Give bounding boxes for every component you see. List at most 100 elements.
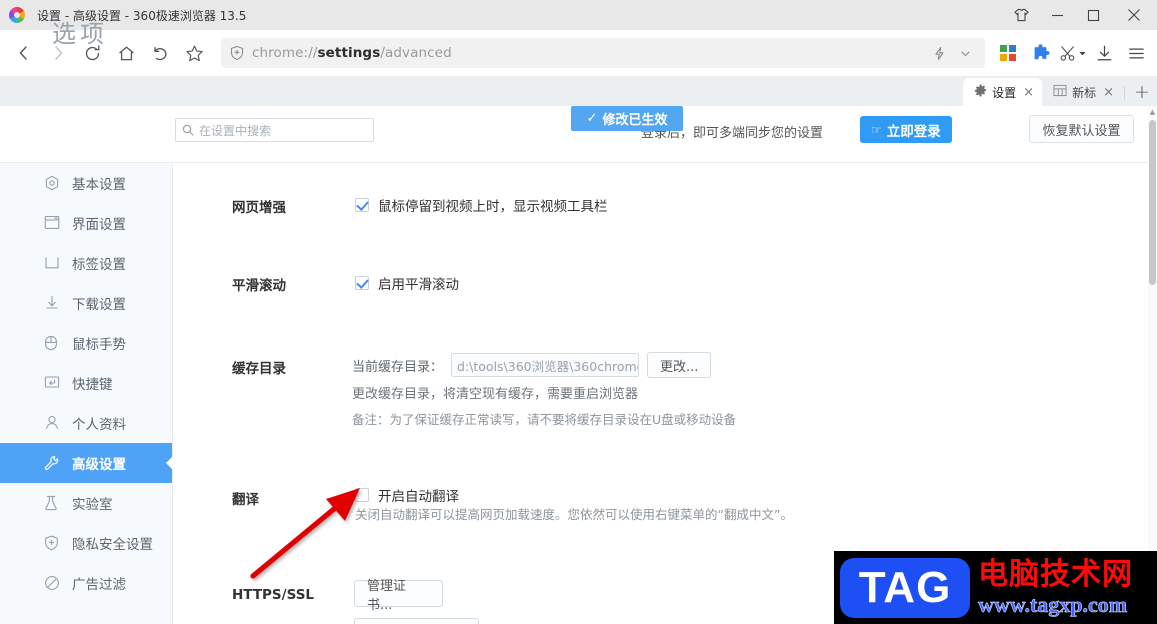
user-icon (44, 415, 60, 431)
cache-directory-row: 当前缓存目录： d:\tools\360浏览器\360chrome\ 更改... (352, 352, 712, 378)
gear-icon (974, 84, 987, 100)
manage-certificates-button[interactable]: 管理证书... (354, 579, 443, 613)
download-icon (44, 295, 60, 311)
chevron-down-icon[interactable] (953, 41, 977, 65)
star-icon[interactable] (177, 36, 211, 70)
sidebar-item-tabs[interactable]: 标签设置 (0, 243, 172, 283)
apps-grid-icon[interactable] (993, 38, 1023, 68)
sidebar-item-lab[interactable]: 实验室 (0, 483, 172, 523)
watermark-site-name: 电脑技术网 (978, 556, 1133, 592)
address-bar[interactable]: chrome://settings/advanced (221, 38, 985, 68)
sidebar-item-privacy[interactable]: 隐私安全设置 (0, 523, 172, 563)
web-enhance-option[interactable]: 鼠标停留到视频上时，显示视频工具栏 (355, 195, 608, 215)
window-icon (44, 215, 60, 231)
check-icon: ✓ (586, 111, 598, 126)
settings-basic-icon (44, 175, 60, 191)
section-label-cache: 缓存目录 (232, 361, 286, 377)
tab-strip: 设置 × 新标 × + (0, 76, 1157, 106)
tab-close-icon[interactable]: × (1101, 86, 1114, 99)
wrench-icon (44, 455, 60, 471)
tab-label: 设置 (992, 85, 1017, 100)
sidebar-item-label: 高级设置 (72, 457, 126, 473)
search-input[interactable]: 在设置中搜索 (175, 118, 374, 142)
translate-option[interactable]: 开启自动翻译 (355, 485, 459, 505)
sidebar-item-label: 隐私安全设置 (72, 537, 153, 553)
sidebar-item-shortcuts[interactable]: 快捷键 (0, 363, 172, 403)
flask-icon (44, 495, 60, 511)
toast-label: 修改已生效 (602, 113, 668, 128)
maximize-button[interactable] (1075, 0, 1111, 30)
sidebar-item-basic[interactable]: 基本设置 (0, 163, 172, 203)
login-button[interactable]: ☞ 立即登录 (860, 116, 952, 143)
secondary-ssl-button[interactable] (354, 618, 479, 624)
browser-window: 设置 - 高级设置 - 360极速浏览器 13.5 chrome://setti… (0, 0, 1157, 624)
undo-close-tab-icon[interactable] (143, 36, 177, 70)
hamburger-menu-icon[interactable] (1121, 38, 1151, 68)
scroll-up-arrow[interactable]: ▲ (1148, 106, 1157, 117)
watermark-tag-logo: TAG (840, 557, 970, 618)
shield-icon (229, 45, 245, 61)
puzzle-icon[interactable] (1025, 38, 1055, 68)
sidebar-item-mouse-gestures[interactable]: 鼠标手势 (0, 323, 172, 363)
section-label-https-ssl: HTTPS/SSL (232, 587, 315, 603)
minimize-button[interactable] (1039, 0, 1075, 30)
page-scrollbar[interactable]: ▲ ▼ (1148, 106, 1157, 624)
sidebar-item-label: 鼠标手势 (72, 337, 126, 353)
video-toolbar-label: 鼠标停留到视频上时，显示视频工具栏 (378, 199, 608, 215)
watermark: TAG 电脑技术网 www.tagxp.com (834, 551, 1157, 624)
translate-description: 关闭自动翻译可以提高网页加载速度。您依然可以使用右键菜单的“翻成中文”。 (355, 507, 793, 522)
download-icon[interactable] (1089, 38, 1119, 68)
cache-note-1: 更改缓存目录，将清空现有缓存，需要重启浏览器 (352, 387, 639, 402)
search-icon (182, 124, 194, 136)
mouse-icon (44, 335, 60, 351)
auto-translate-checkbox[interactable] (355, 488, 369, 502)
tab-icon (44, 255, 60, 271)
block-icon (44, 575, 60, 591)
sidebar-item-label: 广告过滤 (72, 577, 126, 593)
tab-close-icon[interactable]: × (1021, 86, 1034, 99)
scissors-icon[interactable] (1057, 38, 1087, 68)
scrollbar-thumb[interactable] (1149, 120, 1156, 285)
sidebar-item-advanced[interactable]: 高级设置 (0, 443, 173, 483)
sidebar-item-interface[interactable]: 界面设置 (0, 203, 172, 243)
section-label-smooth-scroll: 平滑滚动 (232, 278, 286, 294)
video-toolbar-checkbox[interactable] (355, 198, 369, 212)
tab-label: 新标 (1072, 85, 1097, 100)
grid-icon (1053, 84, 1067, 100)
sidebar-item-downloads[interactable]: 下载设置 (0, 283, 172, 323)
smooth-scroll-checkbox[interactable] (355, 276, 369, 290)
sidebar-item-label: 下载设置 (72, 297, 126, 313)
smooth-scroll-option[interactable]: 启用平滑滚动 (355, 273, 459, 293)
skin-icon[interactable] (1003, 0, 1039, 30)
omnibox-actions (927, 41, 977, 65)
reset-defaults-button[interactable]: 恢复默认设置 (1029, 115, 1134, 143)
sidebar-item-adblock[interactable]: 广告过滤 (0, 563, 172, 603)
cache-path-input[interactable]: d:\tools\360浏览器\360chrome\ (451, 353, 640, 377)
navigation-toolbar: chrome://settings/advanced (0, 30, 1157, 76)
settings-sidebar: 基本设置 界面设置 标签设置 下载设置 鼠标手势 快捷键 个人资料 高级设置 实… (0, 163, 173, 624)
sidebar-item-label: 标签设置 (72, 257, 126, 273)
page-title: 选项 (52, 20, 108, 48)
title-bar: 设置 - 高级设置 - 360极速浏览器 13.5 (0, 0, 1157, 30)
back-icon[interactable] (7, 36, 41, 70)
close-button[interactable] (1111, 0, 1157, 30)
sidebar-item-profile[interactable]: 个人资料 (0, 403, 172, 443)
cache-current-label: 当前缓存目录： (352, 359, 444, 375)
lightning-icon[interactable] (927, 41, 951, 65)
change-cache-button[interactable]: 更改... (647, 352, 712, 378)
url-text: chrome://settings/advanced (252, 45, 452, 61)
auto-translate-label: 开启自动翻译 (378, 489, 459, 505)
status-badge: ✓ 修改已生效 (571, 106, 683, 131)
section-label-web-enhance: 网页增强 (232, 200, 286, 216)
360-logo-icon (9, 7, 25, 23)
cache-note-2: 备注：为了保证缓存正常读写，请不要将缓存目录设在U盘或移动设备 (352, 412, 737, 427)
tab-settings[interactable]: 设置 × (963, 78, 1043, 106)
tab-new-tab-page[interactable]: 新标 × (1042, 78, 1122, 106)
sidebar-item-label: 界面设置 (72, 217, 126, 233)
sidebar-item-label: 实验室 (72, 497, 113, 513)
window-controls (1003, 0, 1157, 30)
sidebar-item-label: 基本设置 (72, 177, 126, 193)
new-tab-button[interactable]: + (1127, 78, 1157, 106)
home-icon[interactable] (109, 36, 143, 70)
watermark-text: 电脑技术网 www.tagxp.com (978, 556, 1133, 618)
